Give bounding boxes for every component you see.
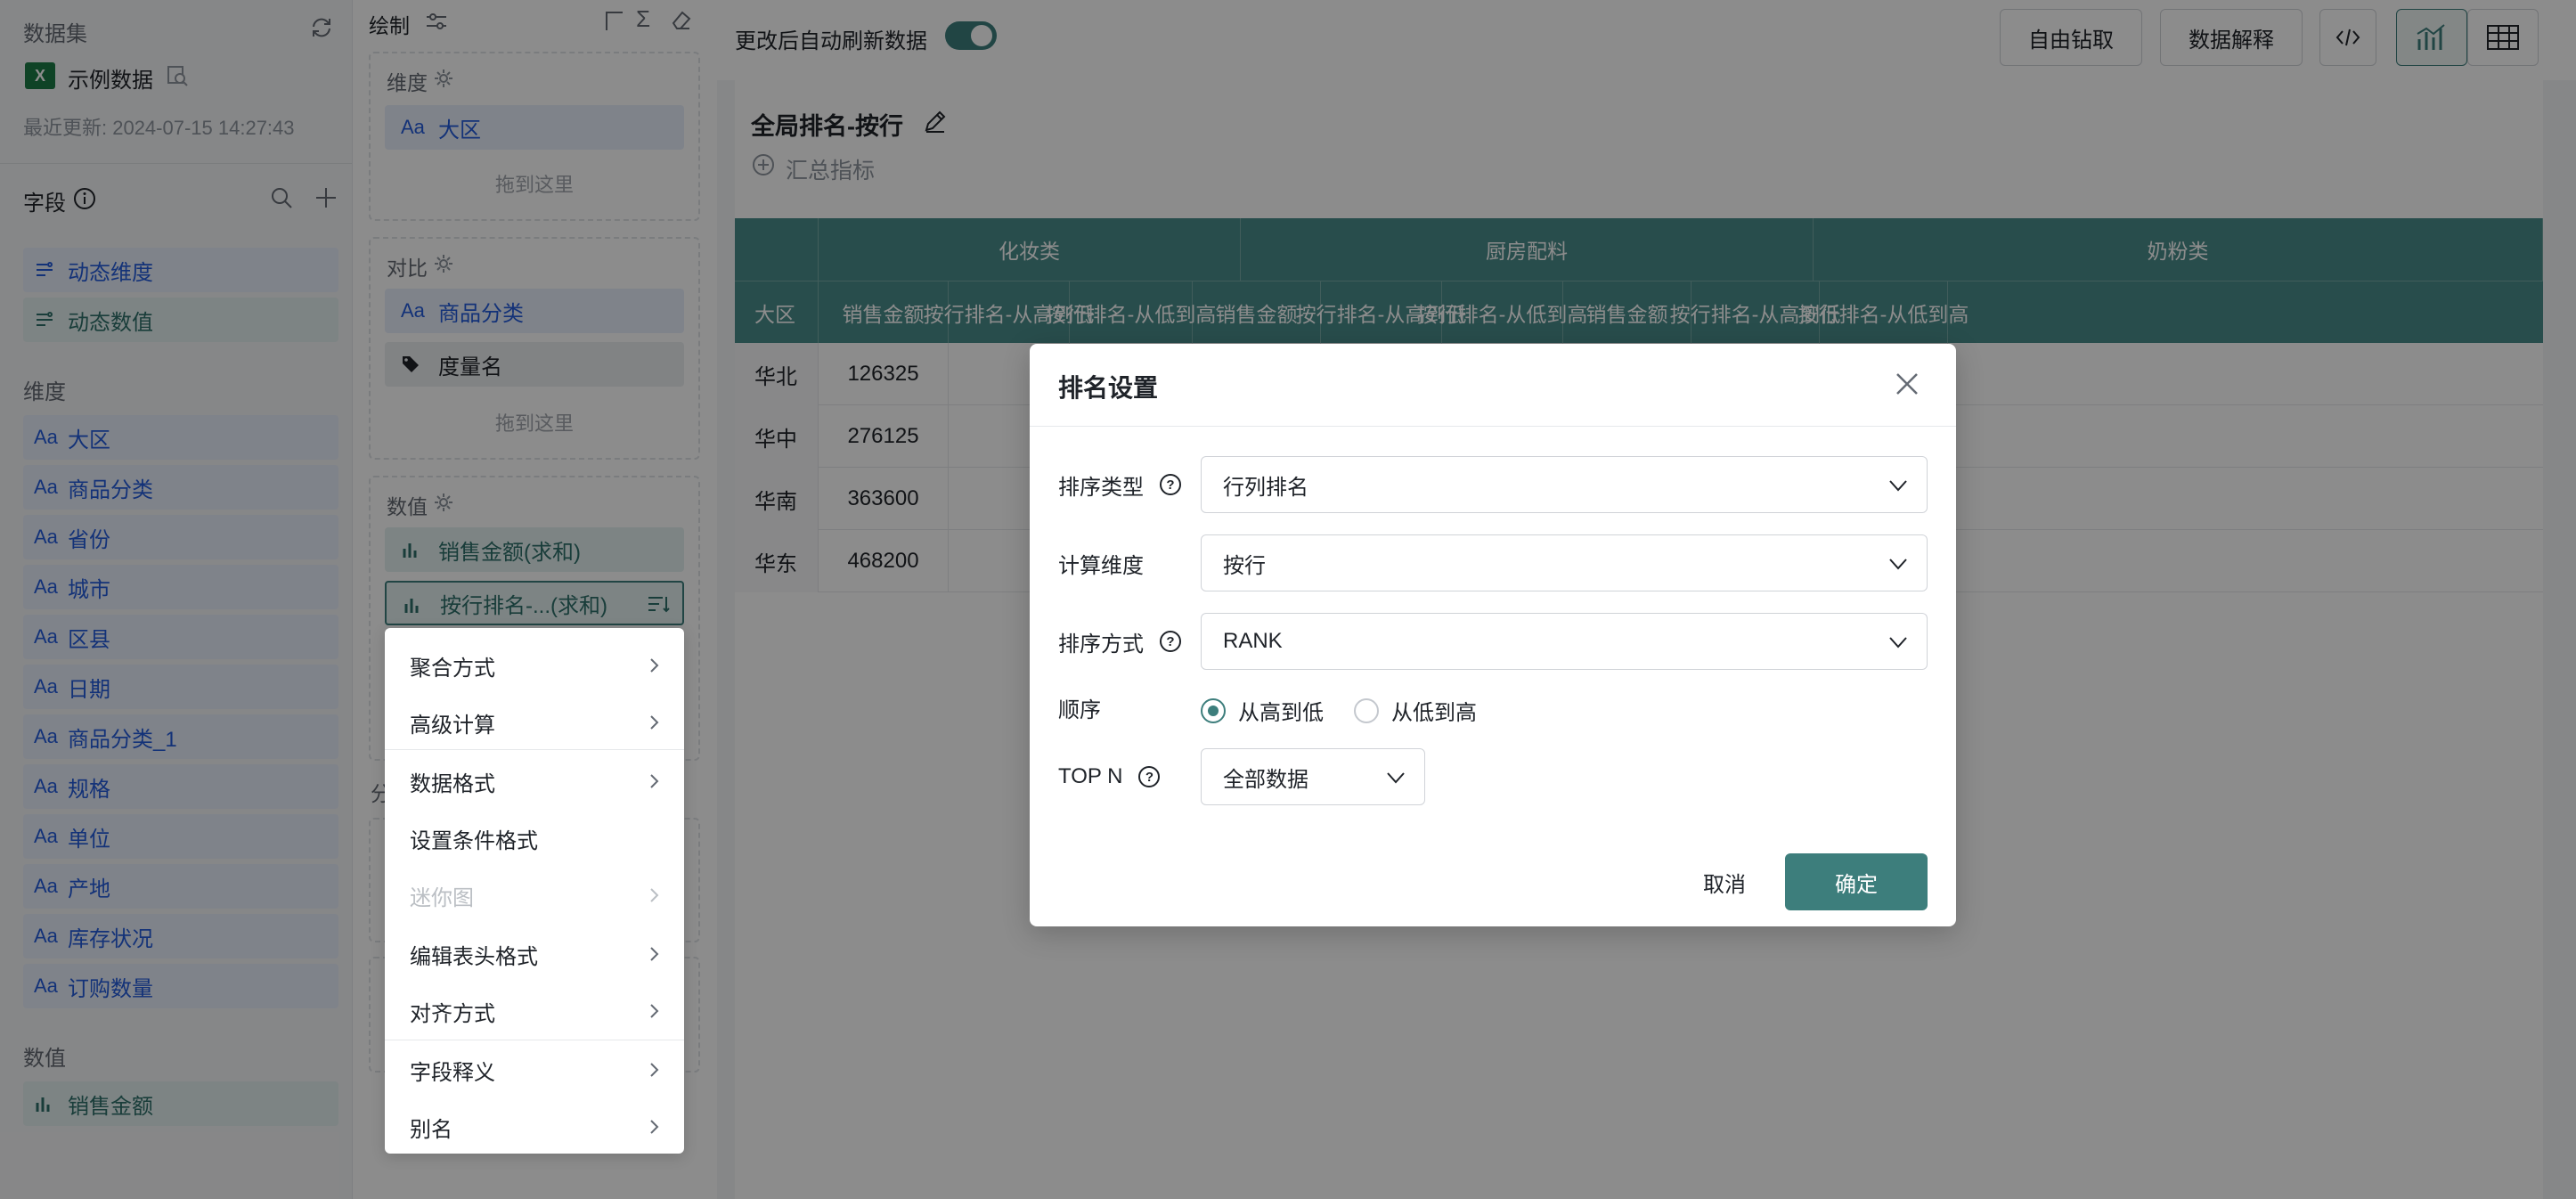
menu-item[interactable]: 数据格式 (385, 753, 684, 810)
chevron-down-icon (1387, 772, 1405, 784)
field-context-menu: 聚合方式高级计算数据格式设置条件格式 迷你图编辑表头格式 对齐方式字段释义别名 (385, 628, 684, 1154)
menu-item-label: 编辑表头格式 (410, 944, 538, 969)
chevron-right-icon (648, 637, 661, 694)
sort-method-label: 排序方式? (1058, 613, 1181, 670)
select-value: 按行 (1223, 553, 1266, 578)
menu-item-label: 高级计算 (410, 713, 495, 738)
menu-item: 迷你图 (385, 867, 684, 924)
sort-type-select[interactable]: 行列排名 (1201, 456, 1928, 513)
chevron-right-icon (648, 867, 661, 924)
menu-item-label: 迷你图 (410, 885, 474, 910)
select-value: 全部数据 (1223, 767, 1308, 792)
chevron-right-icon (648, 1098, 661, 1155)
chevron-down-icon (1889, 637, 1907, 648)
close-icon[interactable] (1894, 371, 1920, 397)
menu-item-label: 设置条件格式 (410, 828, 538, 853)
label-text: 顺序 (1058, 697, 1101, 722)
chevron-right-icon (648, 1041, 661, 1098)
select-value: 行列排名 (1223, 475, 1308, 500)
menu-item[interactable]: 对齐方式 (385, 983, 684, 1040)
radio-label: 从低到高 (1391, 701, 1477, 725)
sort-type-label: 排序类型? (1058, 456, 1181, 513)
calc-dimension-label: 计算维度 (1058, 534, 1144, 591)
sort-method-select[interactable]: RANK (1201, 613, 1928, 670)
topn-select[interactable]: 全部数据 (1201, 748, 1425, 805)
menu-item-label: 字段释义 (410, 1060, 495, 1085)
dialog-divider (1030, 426, 1956, 427)
help-icon[interactable]: ? (1160, 474, 1181, 495)
rank-settings-dialog: 排名设置 排序类型? 行列排名 计算维度 按行 排序方式? RANK 顺序 从高… (1030, 344, 1956, 926)
chevron-right-icon (648, 694, 661, 751)
order-radio-high-to-low[interactable]: 从高到低 (1201, 695, 1324, 726)
menu-item[interactable]: 字段释义 (385, 1041, 684, 1098)
cancel-button[interactable]: 取消 (1653, 853, 1796, 910)
chevron-down-icon (1889, 480, 1907, 492)
menu-item[interactable]: 编辑表头格式 (385, 926, 684, 983)
chevron-right-icon (648, 753, 661, 810)
order-label: 顺序 (1058, 679, 1101, 736)
menu-divider (385, 749, 684, 750)
topn-label: TOP N? (1058, 748, 1161, 805)
menu-item-label: 聚合方式 (410, 656, 495, 681)
label-text: TOP N (1058, 764, 1123, 788)
label-text: 排序方式 (1058, 632, 1144, 657)
dialog-title: 排名设置 (1058, 374, 1159, 402)
help-icon[interactable]: ? (1160, 631, 1181, 652)
chevron-down-icon (1889, 559, 1907, 570)
calc-dimension-select[interactable]: 按行 (1201, 534, 1928, 591)
radio-dot-checked (1201, 697, 1226, 723)
radio-dot (1354, 697, 1379, 723)
label-text: 计算维度 (1058, 553, 1144, 578)
help-icon[interactable]: ? (1138, 766, 1161, 787)
select-value: RANK (1223, 629, 1283, 653)
order-radio-low-to-high[interactable]: 从低到高 (1354, 695, 1477, 726)
menu-item[interactable]: 高级计算 (385, 694, 684, 751)
chevron-right-icon (648, 926, 661, 983)
label-text: 排序类型 (1058, 475, 1144, 500)
menu-item-label: 数据格式 (410, 771, 495, 796)
menu-item[interactable]: 聚合方式 (385, 637, 684, 694)
radio-label: 从高到低 (1238, 701, 1324, 725)
menu-item[interactable]: 别名 (385, 1098, 684, 1155)
menu-item-label: 别名 (410, 1117, 452, 1142)
confirm-button[interactable]: 确定 (1785, 853, 1928, 910)
menu-item[interactable]: 设置条件格式 (385, 810, 684, 867)
chevron-right-icon (648, 983, 661, 1040)
menu-item-label: 对齐方式 (410, 1001, 495, 1026)
